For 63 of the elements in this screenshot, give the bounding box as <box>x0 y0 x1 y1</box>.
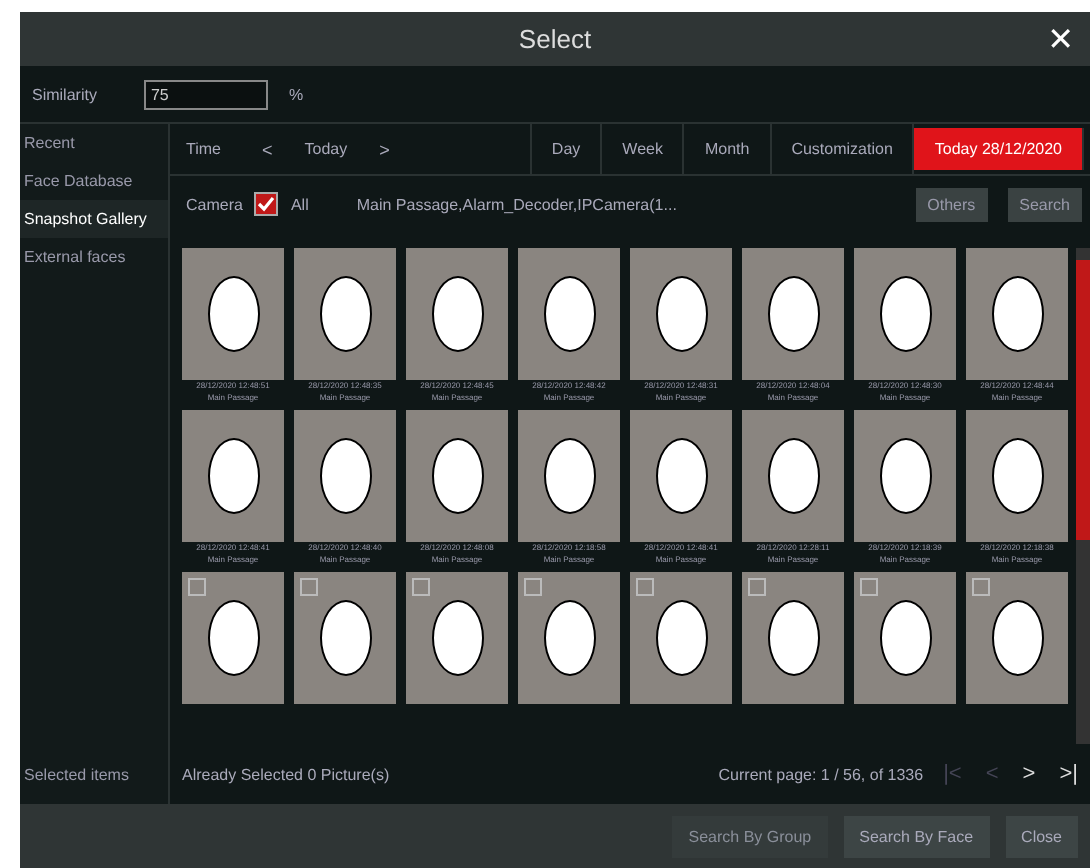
camera-label: Camera <box>186 195 243 213</box>
search-button[interactable]: Search <box>1007 187 1082 221</box>
range-tab[interactable]: Today 28/12/2020 <box>914 128 1084 170</box>
photo-placeholder[interactable] <box>294 248 396 380</box>
photo-checkbox[interactable] <box>188 578 206 596</box>
footer-button[interactable]: Close <box>1005 815 1078 857</box>
photo-placeholder[interactable] <box>742 410 844 542</box>
scrollbar[interactable] <box>1076 248 1090 744</box>
sidebar-item[interactable]: Snapshot Gallery <box>20 200 168 238</box>
selected-count: Already Selected 0 Picture(s) <box>182 765 390 783</box>
photo-placeholder[interactable] <box>406 572 508 704</box>
window-title: Select <box>518 24 592 54</box>
range-tab[interactable]: Week <box>602 124 685 174</box>
photo-placeholder[interactable] <box>742 572 844 704</box>
photo-placeholder[interactable] <box>182 248 284 380</box>
photo-placeholder[interactable] <box>182 572 284 704</box>
close-button[interactable]: ✕ <box>1039 20 1082 58</box>
photo-checkbox[interactable] <box>636 578 654 596</box>
photo-placeholder[interactable] <box>854 572 956 704</box>
photo-checkbox[interactable] <box>524 578 542 596</box>
previous-day-button[interactable]: < <box>258 139 277 159</box>
similarity-field[interactable]: 75 <box>144 79 269 109</box>
page-nav-button[interactable]: >| <box>1055 762 1082 786</box>
range-tab[interactable]: Day <box>531 124 603 174</box>
photo-placeholder[interactable] <box>406 410 508 542</box>
selected-items-label[interactable]: Selected items <box>20 746 168 804</box>
next-day-button[interactable]: > <box>375 139 394 159</box>
photo-checkbox[interactable] <box>300 578 318 596</box>
all-checkbox[interactable] <box>254 192 279 216</box>
photo-checkbox[interactable] <box>412 578 430 596</box>
photo-placeholder[interactable] <box>742 248 844 380</box>
photo-placeholder[interactable] <box>294 410 396 542</box>
all-label: All <box>290 195 309 213</box>
page-nav-button[interactable]: > <box>1018 762 1040 786</box>
time-label: Time <box>186 140 223 158</box>
photo-placeholder[interactable] <box>630 572 732 704</box>
camera-list: Main Passage,Alarm_Decoder,IPCamera(1... <box>356 195 677 213</box>
photo-checkbox[interactable] <box>748 578 766 596</box>
sidebar-item[interactable]: External faces <box>20 238 168 276</box>
photo-placeholder[interactable] <box>630 248 732 380</box>
photo-placeholder[interactable] <box>966 410 1068 542</box>
photo-placeholder[interactable] <box>630 410 732 542</box>
photo-placeholder[interactable] <box>966 248 1068 380</box>
footer-button[interactable]: Search By Face <box>843 815 990 857</box>
photo-placeholder[interactable] <box>966 572 1068 704</box>
photo-placeholder[interactable] <box>406 248 508 380</box>
photo-placeholder[interactable] <box>294 572 396 704</box>
photo-checkbox[interactable] <box>860 578 878 596</box>
percent-label: % <box>288 85 304 103</box>
photo-placeholder[interactable] <box>518 572 620 704</box>
photo-placeholder[interactable] <box>518 410 620 542</box>
photo-placeholder[interactable] <box>182 410 284 542</box>
sidebar-item[interactable]: Face Database <box>20 162 168 200</box>
similarity-label: Similarity <box>32 85 97 103</box>
photo-checkbox[interactable] <box>972 578 990 596</box>
sidebar-item[interactable]: Recent <box>20 124 168 162</box>
page-info: Current page: 1 / 56, of 1336 <box>718 765 924 783</box>
range-tab[interactable]: Month <box>684 124 772 174</box>
photo-placeholder[interactable] <box>518 248 620 380</box>
photo-placeholder[interactable] <box>854 410 956 542</box>
others-button[interactable]: Others <box>915 187 988 221</box>
today-label: Today <box>304 140 348 158</box>
photo-placeholder[interactable] <box>854 248 956 380</box>
